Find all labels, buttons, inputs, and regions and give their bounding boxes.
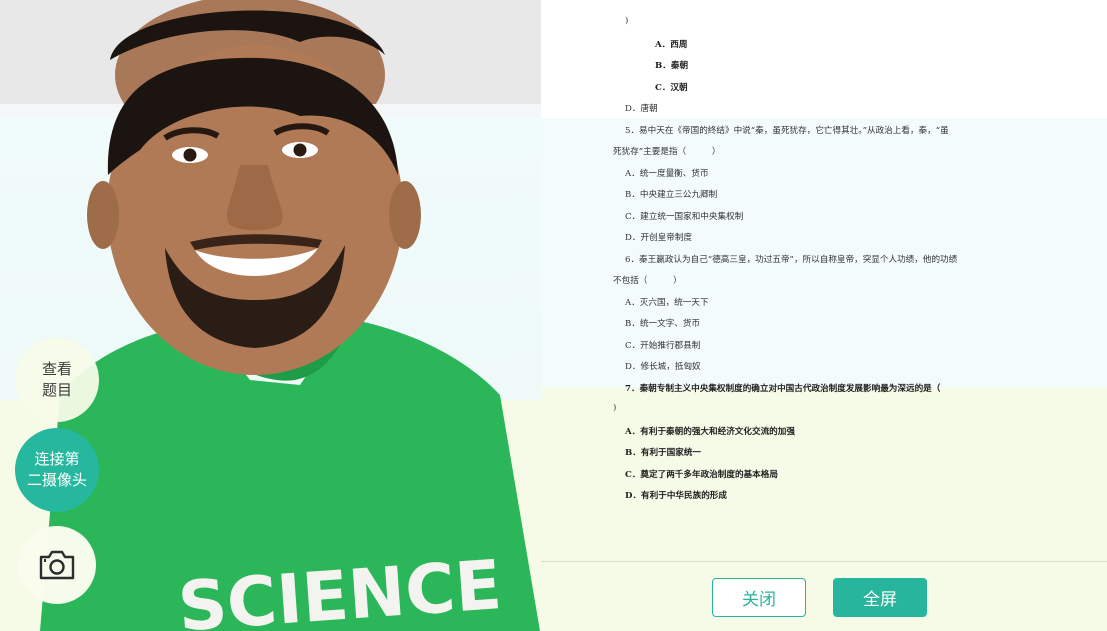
question-line: C．汉朝 <box>655 82 688 93</box>
question-line: A．西周 <box>655 39 688 50</box>
question-line: B．中央建立三公九卿制 <box>625 190 718 200</box>
view-questions-button[interactable]: 查看 题目 <box>15 338 99 422</box>
camera-preview: SCIENCE 查看 题目 连接第 二摄像头 <box>0 0 560 631</box>
question-line: 5．易中天在《帝国的终结》中说“秦，虽死犹存，它亡得其壮。”从政治上看，秦，“虽 <box>625 125 949 136</box>
question-line: B．统一文字、货币 <box>625 319 701 329</box>
question-line: C．建立统一国家和中央集权制 <box>625 211 744 222</box>
question-line: ) <box>613 403 617 413</box>
camera-switch-icon <box>39 550 75 580</box>
question-line: D．唐朝 <box>625 104 658 114</box>
question-line: D．开创皇帝制度 <box>625 233 693 243</box>
fullscreen-button[interactable]: 全屏 <box>833 578 927 617</box>
switch-camera-button[interactable] <box>18 526 96 604</box>
question-line: A．有利于秦朝的强大和经济文化交流的加强 <box>625 426 795 437</box>
exam-paper-panel: ) A．西周 B．秦朝 C．汉朝 D．唐朝 5．易中天在《帝国的终结》中说“秦，虽死犹存，… <box>541 0 1107 631</box>
connect-second-camera-label: 连接第 二摄像头 <box>26 450 87 489</box>
question-line: A．灭六国，统一天下 <box>625 297 709 308</box>
view-questions-label: 查看 题目 <box>41 360 72 399</box>
question-line: C．奠定了两千多年政治制度的基本格局 <box>625 469 778 480</box>
question-line: A．统一度量衡、货币 <box>625 168 709 179</box>
close-button[interactable]: 关闭 <box>712 578 806 617</box>
question-line: 死犹存”主要是指（ ） <box>613 147 721 157</box>
question-line: B．秦朝 <box>655 61 689 71</box>
exam-proctor-screen: SCIENCE 查看 题目 连接第 二摄像头 ) A．西周 B．秦朝 C．汉朝 D．唐朝… <box>0 0 1107 631</box>
question-line: B．有利于国家统一 <box>625 448 702 458</box>
question-line: C．开始推行郡县制 <box>625 340 701 351</box>
question-line: ) <box>625 16 629 26</box>
footer-divider <box>541 561 1107 562</box>
question-line: D．有利于中华民族的形成 <box>625 491 727 501</box>
question-line: 不包括（ ） <box>613 276 682 286</box>
question-line: 7．秦朝专制主义中央集权制度的确立对中国古代政治制度发展影响最为深远的是（ <box>625 383 941 394</box>
question-line: D．修长城，抵匈奴 <box>625 362 701 372</box>
connect-second-camera-button[interactable]: 连接第 二摄像头 <box>15 428 99 512</box>
question-line: 6．秦王嬴政认为自己“德高三皇，功过五帝”，所以自称皇帝，突显个人功绩，他的功绩 <box>625 254 958 265</box>
